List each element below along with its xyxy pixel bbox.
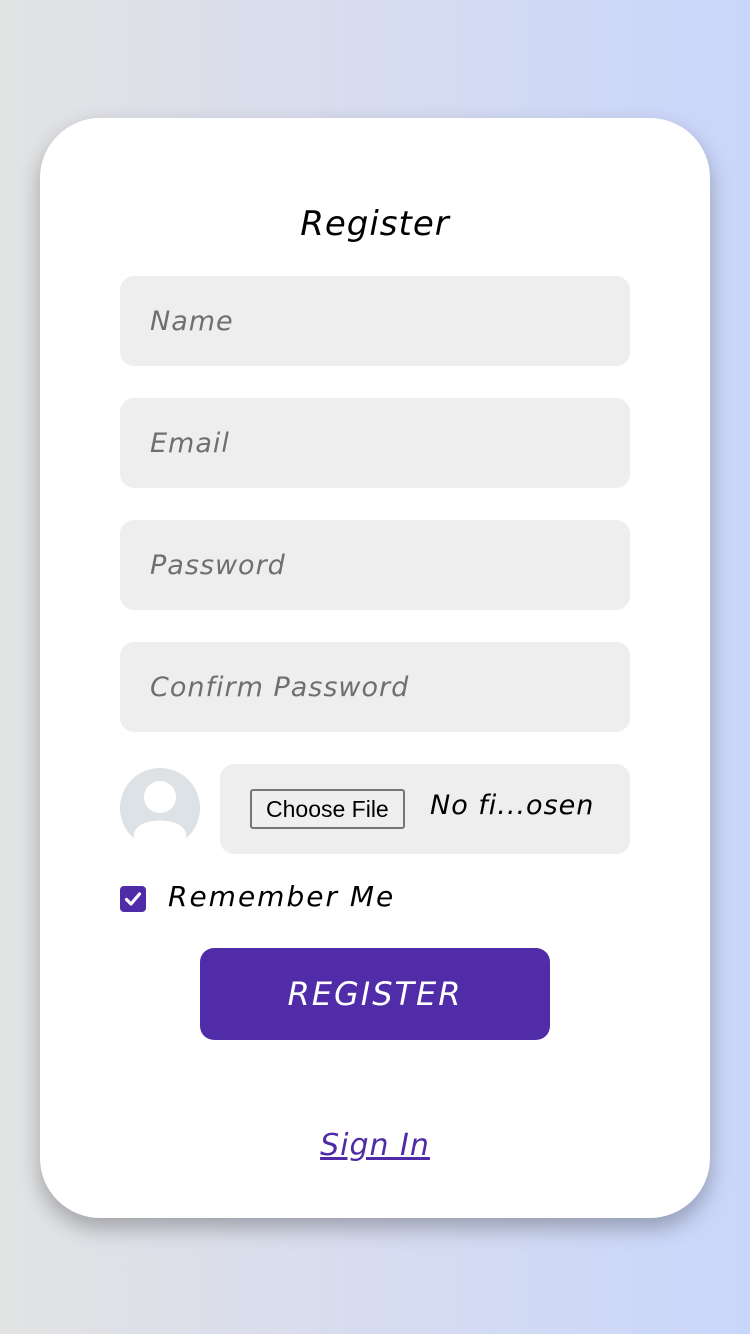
register-button[interactable]: REGISTER — [200, 948, 550, 1040]
email-input[interactable] — [120, 398, 630, 488]
file-upload-field[interactable]: Choose File No fi...osen — [220, 764, 630, 854]
name-input[interactable] — [120, 276, 630, 366]
choose-file-button[interactable]: Choose File — [250, 789, 405, 829]
remember-me-checkbox[interactable] — [120, 886, 146, 912]
checkmark-icon — [124, 892, 142, 906]
signin-link[interactable]: Sign In — [320, 1128, 430, 1163]
user-avatar-icon — [120, 768, 200, 848]
form-title: Register — [300, 204, 450, 244]
signin-link-container: Sign In — [40, 1128, 710, 1163]
remember-me-label[interactable]: Remember Me — [168, 880, 395, 913]
confirm-password-input[interactable] — [120, 642, 630, 732]
file-status-text: No fi...osen — [430, 790, 595, 821]
password-input[interactable] — [120, 520, 630, 610]
register-card: Register Choose File No fi...osen Rememb… — [40, 118, 710, 1218]
